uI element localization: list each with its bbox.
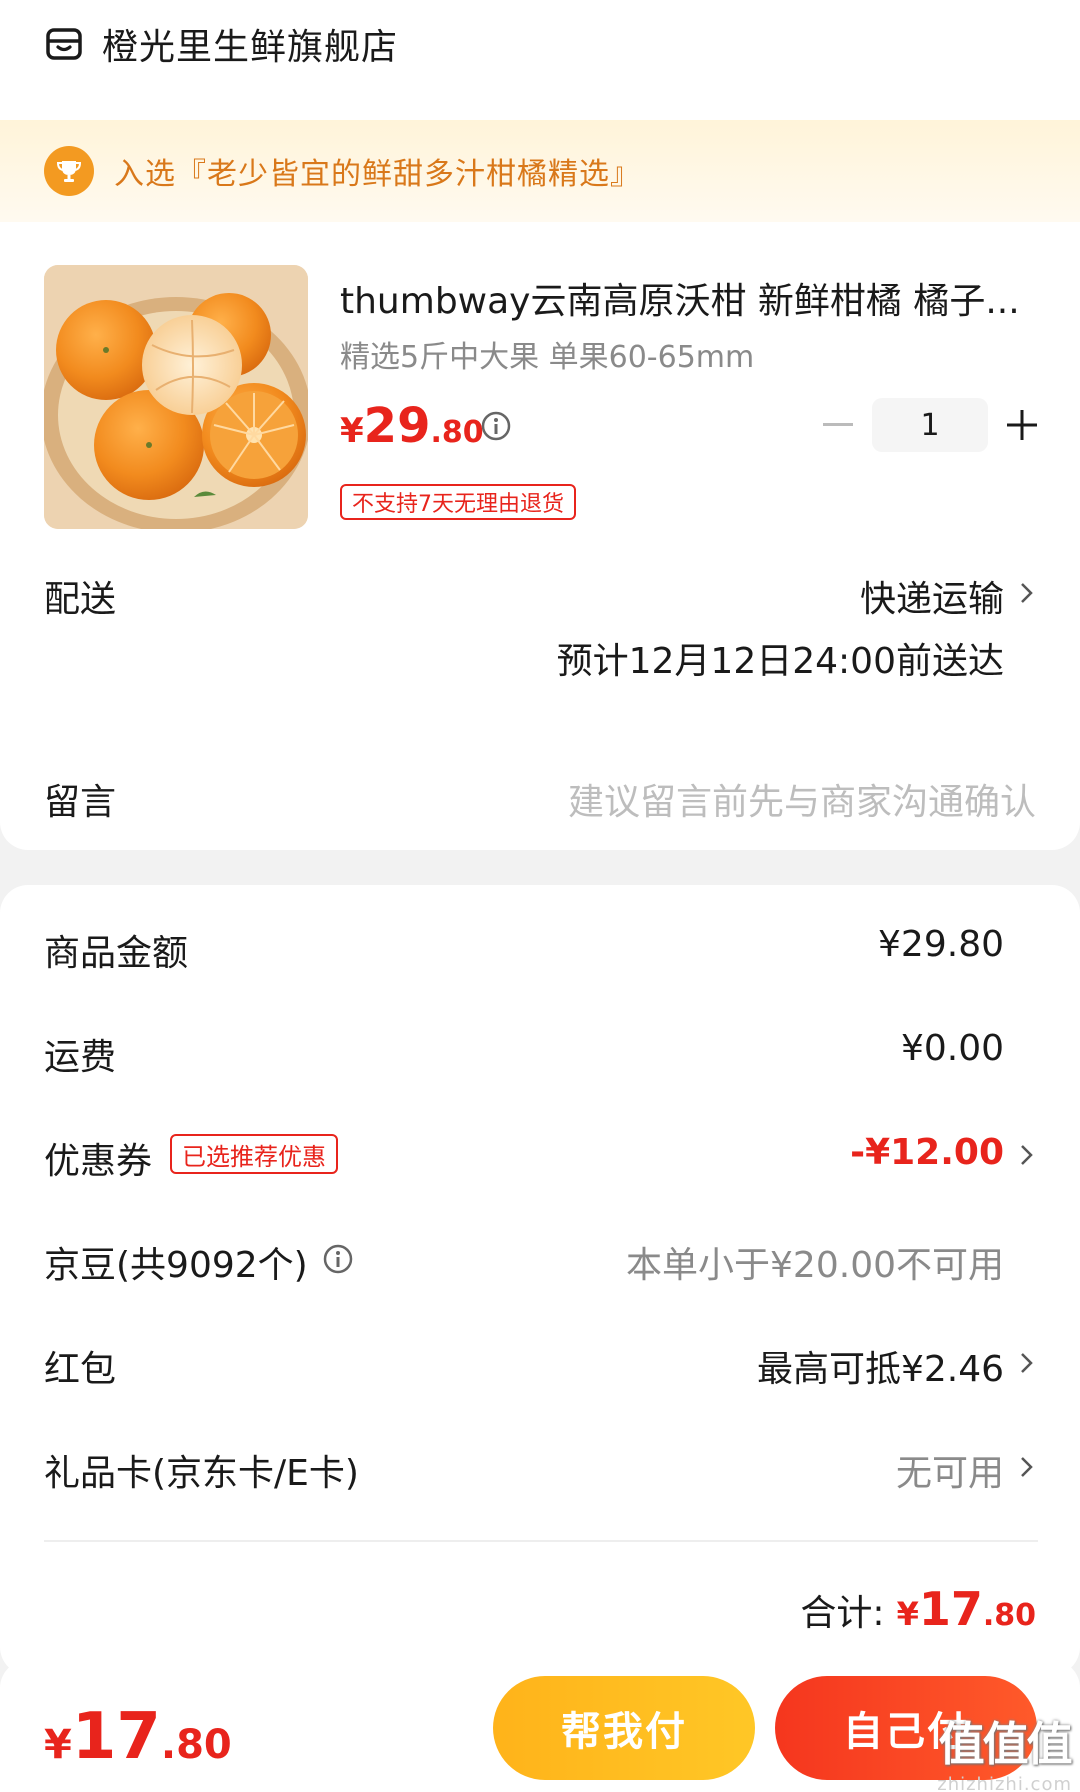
watermark-domain: zhizhizhi.com bbox=[937, 1774, 1072, 1792]
price-integer: 29 bbox=[363, 398, 431, 454]
giftcard-value[interactable]: 无可用 bbox=[896, 1444, 1004, 1496]
pay-price: ¥ 17 .80 bbox=[44, 1700, 232, 1774]
order-total: 合计: ¥ 17 .80 bbox=[800, 1582, 1036, 1636]
pay-price-decimal: .80 bbox=[160, 1722, 232, 1768]
redpacket-value[interactable]: 最高可抵¥2.46 bbox=[757, 1340, 1004, 1392]
store-name: 橙光里生鲜旗舰店 bbox=[102, 27, 399, 68]
banner-text: 入选『老少皆宜的鲜甜多汁柑橘精选』 bbox=[114, 157, 641, 192]
divider bbox=[44, 1540, 1038, 1542]
delivery-label: 配送 bbox=[44, 579, 117, 620]
memo-label: 留言 bbox=[44, 782, 117, 823]
watermark: 值值值 zhizhizhi.com bbox=[937, 1708, 1072, 1792]
coupon-label: 优惠券 bbox=[44, 1141, 153, 1182]
coupon-value[interactable]: -¥12.00 bbox=[850, 1132, 1004, 1173]
price-symbol: ¥ bbox=[340, 411, 364, 451]
total-symbol: ¥ bbox=[896, 1595, 919, 1633]
goods-amount-label: 商品金额 bbox=[44, 933, 189, 974]
minus-icon[interactable] bbox=[818, 400, 858, 450]
jingdou-value: 本单小于¥20.00不可用 bbox=[626, 1245, 1004, 1286]
help-pay-button[interactable]: 帮我付 bbox=[493, 1676, 755, 1780]
trophy-icon bbox=[44, 146, 94, 196]
chevron-right-icon[interactable] bbox=[1016, 1452, 1038, 1482]
redpacket-label: 红包 bbox=[44, 1349, 117, 1390]
store-icon bbox=[46, 28, 82, 60]
jingdou-label: 京豆(共9092个) bbox=[44, 1245, 308, 1286]
checkout-page: 橙光里生鲜旗舰店 入选『老少皆宜的鲜甜多汁柑橘精选』 thumbway云南高原沃… bbox=[0, 0, 1080, 1792]
memo-input[interactable]: 建议留言前先与商家沟通确认 bbox=[568, 773, 1036, 825]
shipping-label: 运费 bbox=[44, 1037, 117, 1078]
quantity-stepper: 1 bbox=[818, 398, 1042, 452]
product-title[interactable]: thumbway云南高原沃柑 新鲜柑橘 橘子... bbox=[340, 272, 1040, 324]
quantity-input[interactable]: 1 bbox=[872, 398, 988, 452]
price-decimal: .80 bbox=[430, 415, 484, 450]
shipping-value: ¥0.00 bbox=[900, 1028, 1004, 1069]
delivery-method[interactable]: 快递运输 bbox=[860, 570, 1004, 622]
jingdou-info-icon[interactable] bbox=[322, 1243, 354, 1275]
watermark-logo: 值值值 bbox=[938, 1717, 1073, 1771]
total-label: 合计: bbox=[800, 1593, 885, 1634]
goods-amount-value: ¥29.80 bbox=[878, 924, 1004, 965]
pay-price-symbol: ¥ bbox=[44, 1722, 72, 1768]
selection-banner[interactable]: 入选『老少皆宜的鲜甜多汁柑橘精选』 bbox=[0, 120, 1080, 222]
chevron-right-icon[interactable] bbox=[1016, 1140, 1038, 1170]
delivery-eta: 预计12月12日24:00前送达 bbox=[556, 641, 1004, 682]
giftcard-label: 礼品卡(京东卡/E卡) bbox=[44, 1453, 359, 1494]
store-row[interactable]: 橙光里生鲜旗舰店 bbox=[44, 18, 398, 70]
total-decimal: .80 bbox=[982, 1598, 1036, 1633]
pay-price-integer: 17 bbox=[71, 1700, 161, 1774]
plus-icon[interactable] bbox=[1002, 400, 1042, 450]
total-integer: 17 bbox=[918, 1582, 983, 1636]
product-spec[interactable]: 精选5斤中大果 单果60-65mm bbox=[340, 332, 754, 376]
chevron-right-icon[interactable] bbox=[1016, 578, 1038, 608]
product-image[interactable] bbox=[44, 265, 308, 529]
order-card: 橙光里生鲜旗舰店 入选『老少皆宜的鲜甜多汁柑橘精选』 thumbway云南高原沃… bbox=[0, 0, 1080, 850]
coupon-badge: 已选推荐优惠 bbox=[170, 1134, 338, 1174]
product-price: ¥ 29 .80 bbox=[340, 398, 484, 454]
return-policy-badge: 不支持7天无理由退货 bbox=[340, 484, 576, 520]
chevron-right-icon[interactable] bbox=[1016, 1348, 1038, 1378]
price-info-icon[interactable] bbox=[480, 410, 512, 442]
